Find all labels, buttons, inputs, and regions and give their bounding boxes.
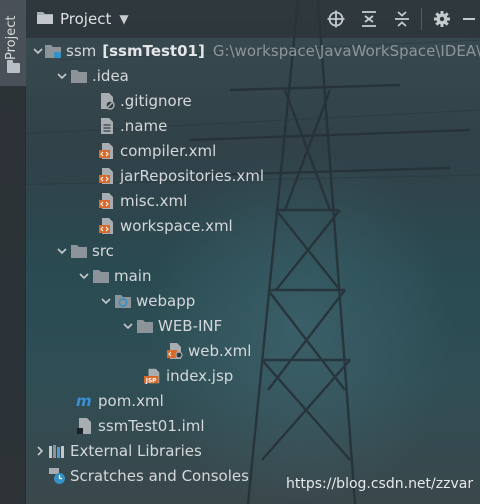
chevron-down-icon[interactable] — [76, 268, 92, 284]
project-header: Project ▼ — [26, 0, 480, 38]
file-label: workspace.xml — [120, 216, 233, 235]
tree-node-webapp[interactable]: webapp — [26, 288, 480, 313]
file-label: .name — [120, 116, 168, 135]
scratches-icon — [48, 467, 66, 485]
module-file-icon — [76, 417, 94, 435]
xml-file-icon — [98, 217, 116, 235]
tree-node-main[interactable]: main — [26, 263, 480, 288]
tree-node-pom-xml[interactable]: m pom.xml — [26, 388, 480, 413]
watermark-text: https://blog.csdn.net/zzvar — [286, 476, 474, 492]
project-tab-label: Project — [4, 15, 19, 60]
tree-node-src[interactable]: src — [26, 238, 480, 263]
folder-label: webapp — [136, 291, 196, 310]
xml-file-icon — [98, 167, 116, 185]
tree-node-web-xml[interactable]: web.xml — [26, 338, 480, 363]
tree-node-name[interactable]: .name — [26, 113, 480, 138]
tree-node-external-libraries[interactable]: External Libraries — [26, 438, 480, 463]
file-label: misc.xml — [120, 191, 188, 210]
root-module: [ssmTest01] — [102, 41, 205, 60]
collapse-all-icon[interactable] — [385, 0, 418, 38]
jsp-file-icon: JSP — [144, 367, 162, 385]
root-name: ssm — [66, 41, 97, 60]
folder-icon — [70, 67, 88, 85]
folder-icon — [7, 60, 20, 73]
folder-icon — [70, 242, 88, 260]
folder-icon — [136, 317, 154, 335]
svg-text:m: m — [76, 393, 92, 409]
tree-node-index-jsp[interactable]: JSP index.jsp — [26, 363, 480, 388]
svg-text:JSP: JSP — [145, 378, 157, 384]
node-label: External Libraries — [70, 441, 202, 460]
project-tree: ssm [ssmTest01] G:\workspace\JavaWorkSpa… — [26, 38, 480, 504]
node-label: Scratches and Consoles — [70, 466, 249, 485]
chevron-down-icon[interactable] — [54, 243, 70, 259]
tree-node-compiler-xml[interactable]: compiler.xml — [26, 138, 480, 163]
toolbar-divider — [421, 8, 422, 30]
libraries-icon — [48, 442, 66, 460]
tree-node-misc-xml[interactable]: misc.xml — [26, 188, 480, 213]
folder-icon — [92, 267, 110, 285]
project-tool-tab[interactable]: Project — [0, 0, 26, 86]
chevron-down-icon[interactable] — [54, 68, 70, 84]
tree-node-gitignore[interactable]: .gitignore — [26, 88, 480, 113]
file-label: web.xml — [188, 341, 252, 360]
file-label: jarRepositories.xml — [120, 166, 265, 185]
web-folder-icon — [114, 292, 132, 310]
tree-node-iml[interactable]: ssmTest01.iml — [26, 413, 480, 438]
tree-node-idea[interactable]: .idea — [26, 63, 480, 88]
tree-node-ssm[interactable]: ssm [ssmTest01] G:\workspace\JavaWorkSpa… — [26, 38, 480, 63]
chevron-down-icon[interactable] — [32, 43, 44, 59]
text-file-icon — [98, 117, 116, 135]
chevron-right-icon[interactable] — [32, 443, 48, 459]
project-view-selector[interactable]: Project ▼ — [36, 6, 129, 32]
folder-label: src — [92, 241, 114, 260]
header-title: Project — [60, 10, 112, 28]
expand-all-icon[interactable] — [352, 0, 385, 38]
gear-icon[interactable] — [425, 0, 458, 38]
folder-label: .idea — [92, 66, 129, 85]
xml-file-icon — [98, 142, 116, 160]
minimize-icon[interactable] — [458, 0, 480, 38]
xml-file-icon — [98, 192, 116, 210]
tree-node-jarrepositories-xml[interactable]: jarRepositories.xml — [26, 163, 480, 188]
file-label: .gitignore — [120, 91, 192, 110]
file-label: compiler.xml — [120, 141, 217, 160]
tree-node-workspace-xml[interactable]: workspace.xml — [26, 213, 480, 238]
folder-label: main — [114, 266, 152, 285]
module-folder-icon — [44, 42, 62, 60]
tree-node-web-inf[interactable]: WEB-INF — [26, 313, 480, 338]
file-label: pom.xml — [98, 391, 164, 410]
folder-label: WEB-INF — [158, 316, 223, 335]
chevron-down-icon[interactable]: ▼ — [119, 12, 128, 26]
root-path: G:\workspace\JavaWorkSpace\IDEA\s — [212, 41, 480, 60]
tool-window-strip: Project — [0, 0, 26, 504]
chevron-down-icon[interactable] — [120, 318, 136, 334]
file-label: index.jsp — [166, 366, 234, 385]
project-folder-icon — [36, 9, 54, 29]
ignored-file-icon — [98, 92, 116, 110]
locate-icon[interactable] — [319, 0, 352, 38]
maven-icon: m — [76, 392, 94, 410]
web-xml-file-icon — [166, 342, 184, 360]
file-label: ssmTest01.iml — [98, 416, 205, 435]
chevron-down-icon[interactable] — [98, 293, 114, 309]
